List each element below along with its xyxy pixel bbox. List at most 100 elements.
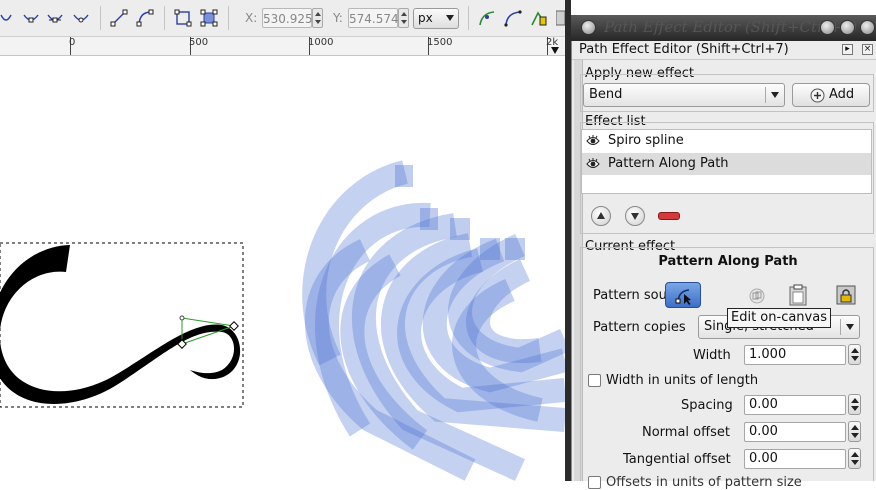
pattern-tip [420,208,438,230]
node-smooth-icon[interactable] [0,9,12,27]
ruler-label-1500: 1500 [427,37,453,48]
remove-effect-button[interactable] [658,212,680,220]
node-cusp-icon[interactable] [72,9,90,27]
unit-value: px [418,11,433,25]
ruler-label-500: 500 [189,37,209,48]
normal-offset-spinner[interactable] [848,421,861,442]
offsets-units-checkbox[interactable] [588,476,601,489]
horizontal-ruler[interactable]: 0 500 1000 1500 2k [0,37,565,56]
pattern-tip [505,238,525,260]
toolbar-separator [164,6,165,30]
panel-title: Path Effect Editor (Shift+Ctrl+7) [579,42,789,57]
toolbar-separator [468,6,469,30]
node-toolbar: X: 530.925 Y: 574.574 px [0,0,565,37]
ruler-label-0: 0 [69,37,76,48]
effect-name: Pattern Along Path [608,156,729,171]
pattern-tip [450,218,470,240]
paste-icon [789,284,807,306]
spacing-field[interactable]: 0.00 [744,395,846,415]
mask-icon[interactable] [530,9,548,27]
pattern-effect-preview [302,160,565,481]
object-to-path-icon[interactable] [174,9,192,27]
effect-list-item-selected[interactable]: Pattern Along Path [582,153,871,175]
width-units-label: Width in units of length [606,373,759,388]
y-label: Y: [333,11,343,25]
toolbar-separator [228,6,229,30]
combo-divider [840,319,841,335]
node-symmetric-icon[interactable] [22,9,40,27]
bezier-handle [181,317,235,327]
normal-offset-label: Normal offset [642,425,730,440]
width-spinner[interactable] [848,344,861,365]
link-to-path-icon [836,285,856,305]
chevron-down-icon [846,324,854,330]
add-icon [810,88,825,103]
drawing-canvas[interactable] [0,56,565,481]
effect-list[interactable]: Spiro spline Pattern Along Path [581,129,872,194]
offsets-units-label: Offsets in units of pattern size [606,475,802,490]
link-to-path-button[interactable] [828,282,864,308]
node-auto-icon[interactable] [46,9,64,27]
maximize-icon[interactable] [840,20,855,35]
stroke-to-path-icon[interactable] [200,9,218,27]
width-field[interactable]: 1.000 [744,345,846,365]
visibility-eye-icon[interactable] [586,135,600,147]
edit-on-canvas-button[interactable] [665,282,701,308]
handle-knot [179,315,185,321]
chevron-down-icon [446,15,454,21]
segment-curve-icon[interactable] [136,9,154,27]
effect-select-value: Bend [589,87,623,102]
minimize-icon[interactable] [820,20,835,35]
paste-button[interactable] [780,282,816,308]
panel-close-icon[interactable]: × [862,44,873,55]
path-node [229,321,239,331]
normal-offset-field[interactable]: 0.00 [744,422,846,442]
path-effect-icon[interactable] [478,9,496,27]
arrow-up-icon [597,212,605,219]
arrow-down-icon [631,213,639,220]
window-menu-icon[interactable] [581,20,596,35]
tangential-offset-spinner[interactable] [848,448,861,469]
effect-name: Spiro spline [608,133,684,148]
copy-icon [749,288,765,304]
x-spinner[interactable] [312,8,323,28]
clippath-icon[interactable] [504,9,522,27]
x-label: X: [245,11,258,25]
ruler-label-1000: 1000 [308,37,334,48]
current-effect-name: Pattern Along Path [658,254,798,269]
add-button[interactable]: Add [792,83,870,107]
combo-divider [765,87,766,103]
y-coordinate-field[interactable]: 574.574 [348,8,399,28]
move-down-button[interactable] [625,206,645,226]
width-label: Width [693,348,731,363]
spacing-label: Spacing [681,398,733,413]
dialog-titlebar[interactable]: Path Effect Editor (Shift+Ctrl+7) [571,15,876,41]
pattern-tip [395,165,413,187]
effect-list-item[interactable]: Spiro spline [582,130,871,152]
panel-dock-icon[interactable]: ▸ [842,44,853,55]
copy-button[interactable] [740,284,776,310]
pattern-copies-label: Pattern copies [593,320,686,335]
segment-line-icon[interactable] [110,9,128,27]
selected-path [0,245,241,404]
toolbar-overflow-icon[interactable] [556,9,565,27]
move-up-button[interactable] [591,206,611,226]
close-icon[interactable] [860,20,875,35]
toolbar-separator [100,6,101,30]
add-button-label: Add [829,87,855,102]
canvas-artwork [0,160,565,481]
panel-header: Path Effect Editor (Shift+Ctrl+7) ▸ × [572,41,876,60]
chevron-down-icon [771,92,779,98]
tangential-offset-label: Tangential offset [623,452,731,467]
unit-select[interactable]: px [413,8,459,29]
spacing-spinner[interactable] [848,394,861,415]
tooltip: Edit on-canvas [727,308,831,328]
y-spinner[interactable] [398,8,409,28]
pattern-tip [480,238,500,260]
width-units-checkbox[interactable] [588,374,601,387]
x-coordinate-field[interactable]: 530.925 [262,8,313,28]
effect-select[interactable]: Bend [583,83,785,107]
visibility-eye-icon[interactable] [586,158,600,170]
path-effect-panel: Path Effect Editor (Shift+Ctrl+7) ▸ × Ap… [571,41,876,490]
tangential-offset-field[interactable]: 0.00 [744,449,846,469]
